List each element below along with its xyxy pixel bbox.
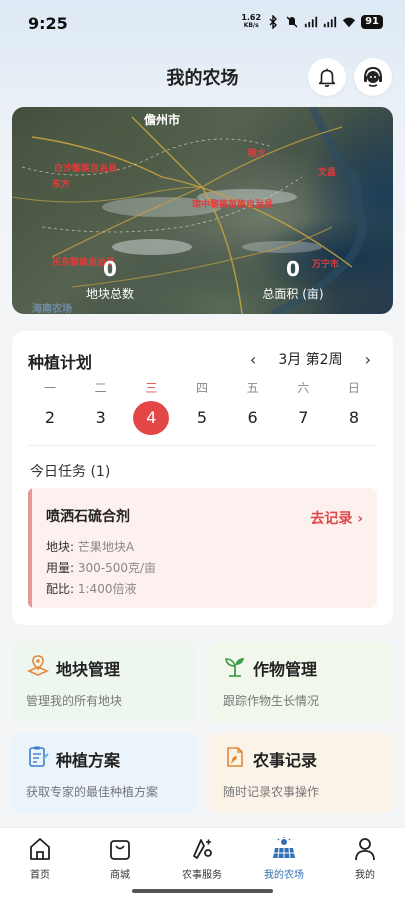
nav-item-profile[interactable]: 我的	[330, 836, 400, 881]
network-speed: 1.62 KB/s	[241, 13, 262, 30]
day-cell[interactable]: 5	[184, 401, 220, 435]
bluetooth-icon	[269, 15, 278, 29]
header: 我的农场	[0, 56, 405, 100]
prev-week-button[interactable]: ‹	[250, 350, 256, 369]
person-icon	[355, 838, 375, 861]
tile-desc: 管理我的所有地块	[26, 694, 123, 708]
notification-button[interactable]	[308, 58, 346, 96]
map-label-city: 东方	[52, 178, 70, 190]
go-record-link[interactable]: 去记录 ›	[310, 508, 363, 528]
day-cell[interactable]: 2	[32, 401, 68, 435]
planting-plan-card: 种植计划 ‹ 3月 第2周 › 一 二 三 四 五 六 日 2 3 4 5 6 …	[12, 331, 393, 625]
home-icon	[30, 838, 50, 860]
status-time: 9:25	[28, 14, 68, 33]
day-cell[interactable]: 7	[285, 401, 321, 435]
task-plot: 地块: 芒果地块A	[46, 540, 135, 554]
weekday-label: 五	[246, 381, 259, 395]
task-ratio: 配比: 1:400倍液	[46, 582, 137, 596]
task-accent-bar	[28, 488, 32, 608]
weekday-label: 三	[145, 381, 158, 395]
map-label-city: 陵水	[248, 147, 267, 159]
weekday-label: 二	[94, 381, 107, 395]
day-cell-selected[interactable]: 4	[133, 401, 170, 435]
farm-solar-icon	[273, 837, 295, 859]
weekday-label: 四	[195, 381, 208, 395]
nav-label: 我的	[355, 870, 375, 881]
tile-title: 地块管理	[56, 660, 121, 679]
tile-title: 农事记录	[253, 751, 318, 770]
shopping-bag-icon	[110, 840, 130, 860]
wifi-icon	[342, 17, 356, 28]
map-label-region: 海南农场	[32, 302, 72, 314]
day-row: 2 3 4 5 6 7 8	[32, 401, 372, 435]
week-label: 3月 第2周	[278, 352, 343, 368]
tile-title: 种植方案	[56, 751, 121, 770]
nav-item-farm-service[interactable]: 农事服务	[167, 836, 237, 881]
weekday-label: 一	[43, 381, 56, 395]
status-bar: 9:25 1.62 KB/s 91	[0, 0, 405, 46]
weekday-label: 六	[297, 381, 310, 395]
farm-service-icon	[193, 839, 212, 859]
customer-service-icon	[364, 66, 382, 87]
tile-title: 作物管理	[253, 660, 318, 679]
day-cell[interactable]: 6	[235, 401, 271, 435]
signal-5g-icon	[323, 16, 337, 28]
stat-plot-count: 0 地块总数	[70, 257, 150, 302]
nav-label: 商城	[110, 870, 130, 881]
task-item[interactable]: 喷洒石硫合剂 去记录 › 地块: 芒果地块A 用量: 300-500克/亩 配比…	[28, 488, 377, 608]
stat-total-area: 0 总面积 (亩)	[248, 257, 338, 302]
crop-management-tile[interactable]: 作物管理 跟踪作物生长情况	[209, 642, 393, 722]
nav-item-my-farm[interactable]: 我的农场	[249, 836, 319, 881]
mute-icon	[286, 16, 298, 28]
nav-label: 我的农场	[264, 870, 304, 881]
tile-desc: 随时记录农事操作	[223, 785, 320, 799]
task-dosage: 用量: 300-500克/亩	[46, 561, 157, 575]
home-indicator	[132, 889, 273, 893]
stat-label: 总面积 (亩)	[262, 287, 324, 301]
plot-management-tile[interactable]: 地块管理 管理我的所有地块	[12, 642, 196, 722]
status-icons: 1.62 KB/s 91	[241, 14, 383, 30]
weekday-label: 日	[347, 381, 360, 395]
weekday-row: 一 二 三 四 五 六 日	[32, 379, 372, 396]
nav-label: 首页	[30, 870, 50, 881]
day-cell[interactable]: 8	[336, 401, 372, 435]
stat-value: 0	[103, 257, 117, 281]
bell-icon	[318, 68, 336, 87]
nav-label: 农事服务	[182, 870, 222, 881]
signal-5g-icon	[304, 16, 318, 28]
clipboard-plan-icon	[29, 746, 49, 767]
sprout-icon	[225, 658, 244, 677]
chevron-right-icon: ›	[357, 511, 363, 527]
land-pin-icon	[27, 655, 49, 676]
stat-label: 地块总数	[85, 287, 134, 301]
map-label-city: 儋州市	[144, 112, 180, 127]
farm-record-tile[interactable]: 农事记录 随时记录农事操作	[209, 733, 393, 813]
divider	[28, 445, 377, 446]
today-tasks-heading: 今日任务 (1)	[30, 464, 111, 480]
map-label-county: 白沙黎族自治县	[54, 162, 117, 174]
stat-value: 0	[286, 257, 300, 281]
battery-icon: 91	[361, 15, 383, 29]
plan-title: 种植计划	[28, 353, 93, 372]
map-label-city: 文昌	[317, 166, 336, 178]
planting-plan-tile[interactable]: 种植方案 获取专家的最佳种植方案	[12, 733, 196, 813]
task-name: 喷洒石硫合剂	[46, 509, 130, 525]
customer-service-button[interactable]	[354, 58, 392, 96]
record-note-icon	[227, 747, 243, 767]
next-week-button[interactable]: ›	[365, 350, 371, 369]
satellite-map[interactable]: 儋州市 白沙黎族自治县 琼中黎族苗族自治县 乐东黎族自治县 万宁市 海南农场 陵…	[12, 107, 393, 314]
tile-desc: 跟踪作物生长情况	[223, 694, 320, 708]
map-label-county: 琼中黎族苗族自治县	[192, 198, 273, 210]
week-navigator: ‹ 3月 第2周 ›	[250, 349, 371, 369]
tile-desc: 获取专家的最佳种植方案	[26, 785, 159, 799]
nav-item-home[interactable]: 首页	[5, 836, 75, 881]
day-cell[interactable]: 3	[83, 401, 119, 435]
nav-item-mall[interactable]: 商城	[85, 836, 155, 881]
